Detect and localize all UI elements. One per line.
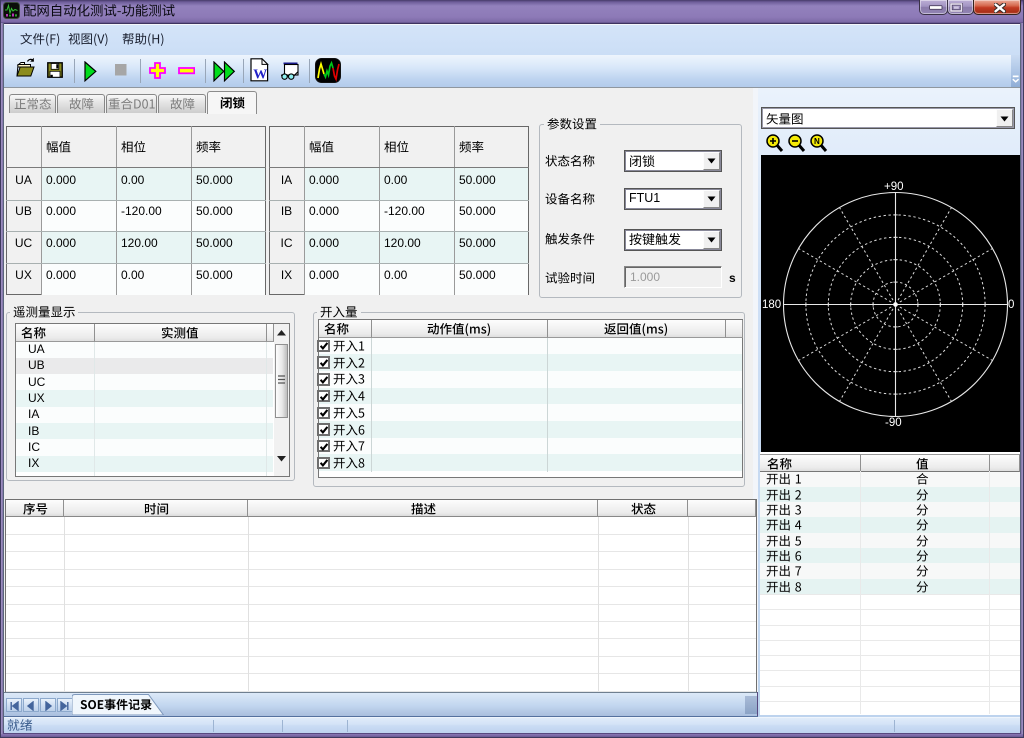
svg-text:N: N bbox=[814, 137, 820, 146]
svg-text:W: W bbox=[253, 68, 267, 83]
